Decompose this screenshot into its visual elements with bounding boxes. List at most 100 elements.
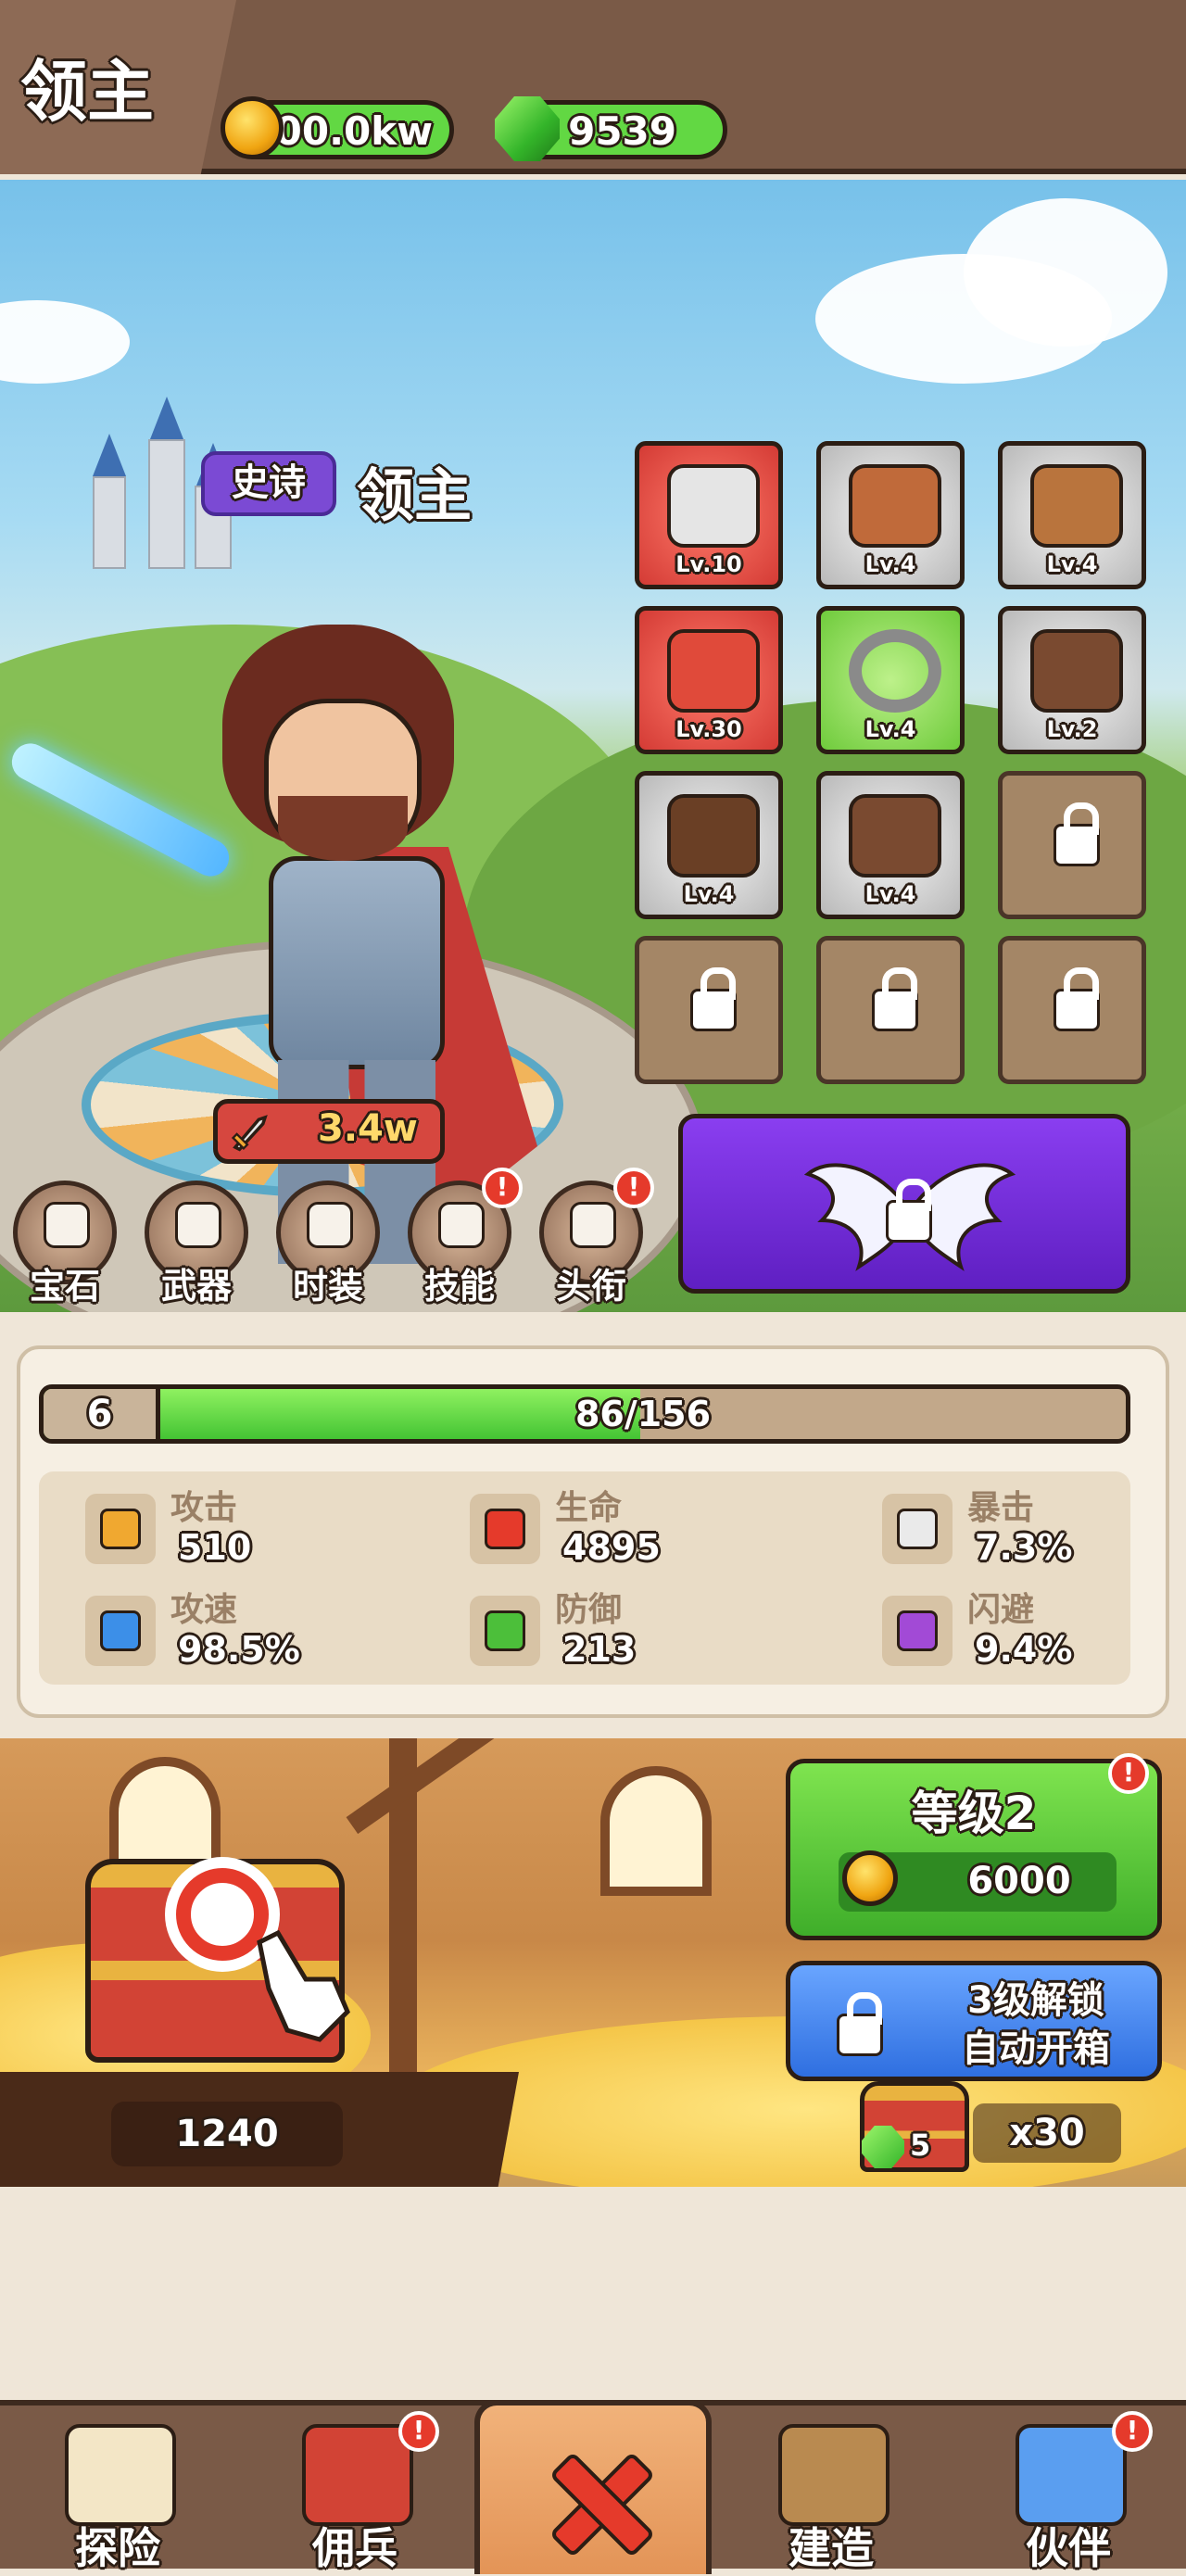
equipment-level: Lv.4 <box>683 881 735 907</box>
close-icon <box>547 2450 649 2552</box>
skill-book-icon <box>438 1202 485 1248</box>
amulet-icon <box>1030 464 1123 548</box>
locked-slot[interactable] <box>998 936 1146 1084</box>
equipment-slot[interactable]: Lv.2 <box>998 606 1146 754</box>
locked-slot[interactable] <box>635 936 783 1084</box>
heart-icon <box>470 1494 540 1564</box>
menu-button[interactable]: 时装 <box>276 1181 380 1307</box>
upgrade-title: 等级2 <box>911 1787 1037 1840</box>
stat-value: 9.4% <box>975 1629 1073 1670</box>
sword-icon <box>667 464 760 548</box>
menu-label: 时装 <box>292 1266 363 1307</box>
stat-name: 防御 <box>555 1591 623 1629</box>
stat-name: 攻速 <box>170 1591 238 1629</box>
chest-count: 1240 <box>111 2102 343 2166</box>
stat-grid: 攻击 510 生命 4895 暴击 7.3% 攻速 98.5% 防御 213 闪避 9.4% <box>39 1471 1130 1685</box>
boots-icon <box>849 794 941 878</box>
locked-slot[interactable] <box>816 936 965 1084</box>
upgrade-cost: 6000 <box>839 1850 1117 1912</box>
equipment-level: Lv.4 <box>864 881 916 907</box>
alert-badge-icon: ! <box>482 1168 523 1208</box>
equipment-slot[interactable]: Lv.30 <box>635 606 783 754</box>
menu-label: 武器 <box>160 1266 232 1307</box>
equipment-slot[interactable]: Lv.4 <box>816 771 965 919</box>
stat-value: 213 <box>562 1629 637 1670</box>
equipment-slot[interactable]: Lv.10 <box>635 441 783 589</box>
stat-value: 4895 <box>562 1527 661 1568</box>
upgrade-cost-value: 6000 <box>967 1860 1071 1902</box>
nav-close-button[interactable] <box>474 2400 712 2574</box>
lock-icon <box>1054 967 1100 1031</box>
cloud <box>0 300 130 384</box>
stat-name: 攻击 <box>170 1489 238 1527</box>
nav-label: 探险 <box>75 2523 160 2573</box>
stat-value: 510 <box>178 1527 252 1568</box>
nav-item[interactable]: 探险 <box>11 2406 224 2574</box>
stat-item: 闪避 9.4% <box>882 1583 1160 1675</box>
stat-name: 闪避 <box>967 1591 1035 1629</box>
equipment-level: Lv.4 <box>1046 551 1098 577</box>
menu-label: 头衔 <box>555 1266 626 1307</box>
menu-button[interactable]: 宝石 <box>13 1181 117 1307</box>
page-title: 领主 <box>20 53 155 131</box>
wood-beam <box>346 1738 525 1835</box>
equipment-level: Lv.4 <box>864 716 916 742</box>
equipment-slot[interactable]: Lv.4 <box>998 441 1146 589</box>
equipment-slot[interactable]: Lv.4 <box>816 441 965 589</box>
stats-section: 6 86/156 攻击 510 生命 4895 暴击 7.3% 攻速 98.5% 防御 213 闪避… <box>0 1312 1186 1738</box>
armor-icon <box>667 629 760 713</box>
level-number: 6 <box>44 1389 160 1439</box>
nav-item[interactable]: 伙伴! <box>962 2406 1175 2574</box>
coin-icon <box>842 1850 898 1906</box>
equipment-slot[interactable]: Lv.4 <box>816 606 965 754</box>
nav-item[interactable]: 佣兵! <box>248 2406 461 2574</box>
nav-item[interactable]: 建造 <box>725 2406 938 2574</box>
chest-multiplier: x30 <box>973 2103 1121 2163</box>
menu-button[interactable]: 武器 <box>145 1181 248 1307</box>
helmet-icon <box>849 464 941 548</box>
alert-badge-icon: ! <box>1108 1753 1149 1794</box>
auto-open-line2: 自动开箱 <box>962 2027 1110 2070</box>
belt-icon <box>667 794 760 878</box>
nav-label: 伙伴 <box>1026 2523 1111 2573</box>
upgrade-level-button[interactable]: 等级2 6000 <box>786 1759 1162 1940</box>
stat-item: 攻击 510 <box>85 1481 363 1573</box>
lock-icon <box>886 1179 932 1243</box>
map-icon <box>65 2424 176 2526</box>
treasure-room: 1240 等级2 6000 ! 3级解锁 自动开箱 5 x30 <box>0 1738 1186 2187</box>
pointer-hand-icon <box>257 1929 350 2042</box>
attack-icon <box>85 1494 156 1564</box>
stat-value: 98.5% <box>178 1629 300 1670</box>
nav-label: 建造 <box>789 2523 874 2573</box>
auto-open-line1: 3级解锁 <box>967 1979 1104 2022</box>
lock-icon <box>690 967 737 1031</box>
equipment-slot[interactable]: Lv.4 <box>635 771 783 919</box>
hero-name: 领主 <box>357 461 473 529</box>
cloud <box>964 198 1167 347</box>
build-crate-icon <box>778 2424 890 2526</box>
locked-slot[interactable] <box>998 771 1146 919</box>
stat-value: 7.3% <box>975 1527 1073 1568</box>
gloves-icon <box>1030 629 1123 713</box>
gem-value: 9539 <box>568 108 676 154</box>
gem-shield-icon <box>44 1202 90 1248</box>
wings-locked-panel[interactable] <box>678 1114 1130 1294</box>
lock-icon <box>872 967 918 1031</box>
equipment-level: Lv.4 <box>864 551 916 577</box>
rarity-badge: 史诗 <box>201 451 336 516</box>
auto-open-locked-button[interactable]: 3级解锁 自动开箱 <box>786 1961 1162 2081</box>
stat-item: 防御 213 <box>470 1583 748 1675</box>
scroll-icon <box>302 2424 413 2526</box>
bottom-nav: 探险 佣兵! 建造 伙伴! <box>0 2400 1186 2574</box>
equipment-level: Lv.30 <box>675 716 742 742</box>
stat-item: 生命 4895 <box>470 1481 748 1573</box>
auto-open-text: 3级解锁 自动开箱 <box>929 1976 1142 2073</box>
weapon-icon <box>175 1202 221 1248</box>
crown-icon <box>570 1202 616 1248</box>
alert-badge-icon: ! <box>1112 2411 1153 2452</box>
stat-name: 暴击 <box>967 1489 1035 1527</box>
shield-icon <box>470 1596 540 1666</box>
xp-text: 86/156 <box>574 1394 712 1434</box>
menu-label: 宝石 <box>29 1266 100 1307</box>
alert-badge-icon: ! <box>613 1168 654 1208</box>
